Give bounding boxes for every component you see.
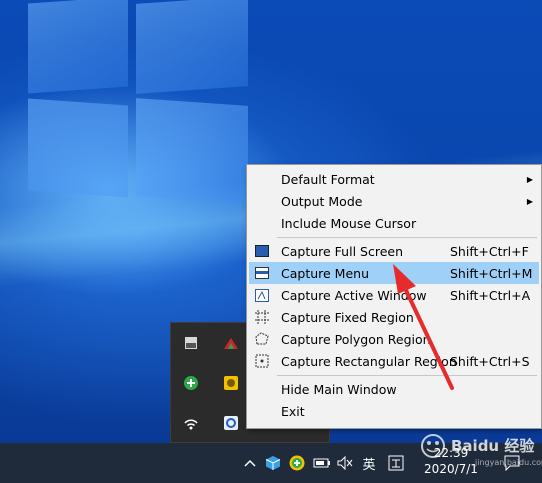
polygon-region-icon [254, 331, 270, 347]
menu-separator [277, 237, 537, 238]
active-window-icon [254, 287, 270, 303]
submenu-arrow-icon: ▶ [526, 196, 533, 206]
tray-app-icon-1[interactable] [181, 333, 201, 353]
menu-item-default-format[interactable]: Default Format ▶ [249, 168, 539, 190]
menu-item-output-mode[interactable]: Output Mode ▶ [249, 190, 539, 212]
menu-item-capture-full-screen[interactable]: Capture Full Screen Shift+Ctrl+F [249, 240, 539, 262]
show-hidden-icons-chevron-up-icon[interactable] [242, 453, 258, 473]
battery-icon[interactable] [312, 453, 332, 473]
menu-item-capture-active-window[interactable]: Capture Active Window Shift+Ctrl+A [249, 284, 539, 306]
ime-mode-icon[interactable] [386, 453, 406, 473]
volume-muted-icon[interactable] [336, 453, 354, 473]
submenu-arrow-icon: ▶ [526, 174, 533, 184]
tray-app-icon-2[interactable] [221, 333, 241, 353]
menu-item-include-mouse-cursor[interactable]: Include Mouse Cursor [249, 212, 539, 234]
ime-language-indicator[interactable]: 英 [358, 453, 380, 473]
svg-text:jingyan.baidu.com: jingyan.baidu.com [474, 458, 542, 467]
tray-app-icon-3[interactable] [181, 373, 201, 393]
tray-app-icon-4[interactable] [221, 373, 241, 393]
menu-item-capture-polygon-region[interactable]: Capture Polygon Region [249, 328, 539, 350]
menu-item-hide-main-window[interactable]: Hide Main Window [249, 378, 539, 400]
plus-app-icon[interactable] [288, 453, 306, 473]
menu-item-capture-rectangular-region[interactable]: Capture Rectangular Region Shift+Ctrl+S [249, 350, 539, 372]
menu-item-exit[interactable]: Exit [249, 400, 539, 422]
rectangular-region-icon [254, 353, 270, 369]
wifi-icon[interactable] [181, 413, 201, 433]
tray-app-icon-6[interactable] [221, 413, 241, 433]
cube-app-icon[interactable] [264, 453, 282, 473]
full-screen-icon [254, 243, 270, 259]
svg-text:Baidu 经验: Baidu 经验 [451, 437, 535, 455]
menu-item-capture-menu[interactable]: Capture Menu Shift+Ctrl+M [249, 262, 539, 284]
menu-item-capture-fixed-region[interactable]: Capture Fixed Region [249, 306, 539, 328]
baidu-jingyan-watermark: Baidu 经验 jingyan.baidu.com [415, 428, 542, 468]
menu-separator [277, 375, 537, 376]
context-menu: Default Format ▶ Output Mode ▶ Include M… [246, 164, 542, 429]
menu-capture-icon [254, 265, 270, 281]
fixed-region-icon [254, 309, 270, 325]
